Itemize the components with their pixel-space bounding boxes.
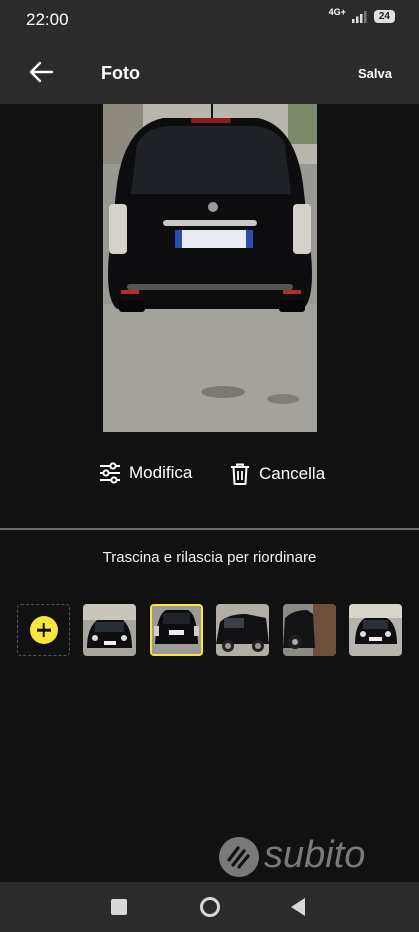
status-time: 22:00: [26, 10, 69, 29]
main-photo[interactable]: [103, 104, 317, 432]
photo-thumbnail[interactable]: [83, 604, 136, 656]
home-button[interactable]: [199, 896, 221, 923]
add-photo-button[interactable]: [17, 604, 70, 656]
status-icons: 4G+ 24: [328, 7, 395, 23]
back-arrow-icon: [29, 61, 54, 83]
back-nav-button[interactable]: [290, 897, 306, 922]
status-bar: 22:00 4G+ 24: [0, 0, 419, 38]
plus-icon: [29, 616, 58, 644]
car-thumbnail-image: [216, 604, 269, 656]
edit-button[interactable]: Modifica: [99, 462, 192, 484]
recents-button[interactable]: [111, 899, 127, 920]
car-thumbnail-image: [83, 604, 136, 656]
app-bar: Foto Salva: [0, 38, 419, 104]
trash-icon: [231, 463, 249, 485]
watermark-text: subito: [264, 834, 366, 876]
delete-button[interactable]: Cancella: [229, 462, 325, 486]
battery-level: 24: [373, 10, 395, 23]
circle-icon: [200, 897, 220, 917]
edit-label: Modifica: [129, 463, 193, 482]
signal-icon: [351, 10, 367, 23]
back-button[interactable]: [26, 58, 58, 86]
car-thumbnail-image: [349, 604, 402, 656]
subito-logo-icon: [219, 837, 259, 877]
photo-thumbnail[interactable]: [283, 604, 336, 656]
car-thumbnail-image: [152, 606, 201, 654]
system-nav-bar: [0, 882, 419, 932]
page-title: Foto: [101, 63, 140, 83]
photo-thumbnail[interactable]: [216, 604, 269, 656]
network-type: 4G+: [328, 7, 346, 17]
divider: [0, 528, 419, 530]
subito-watermark: subito: [218, 834, 400, 880]
sliders-icon: [100, 462, 120, 484]
photo-thumbnail-selected[interactable]: [150, 604, 203, 656]
triangle-back-icon: [291, 898, 305, 916]
save-button[interactable]: Salva: [358, 66, 392, 81]
square-icon: [111, 899, 127, 915]
reorder-hint: Trascina e rilascia per riordinare: [102, 549, 317, 566]
car-photo-image: [103, 104, 317, 432]
delete-label: Cancella: [259, 464, 326, 483]
car-thumbnail-image: [283, 604, 336, 656]
photo-thumbnail[interactable]: [349, 604, 402, 656]
photo-actions: Modifica Cancella: [0, 462, 419, 492]
